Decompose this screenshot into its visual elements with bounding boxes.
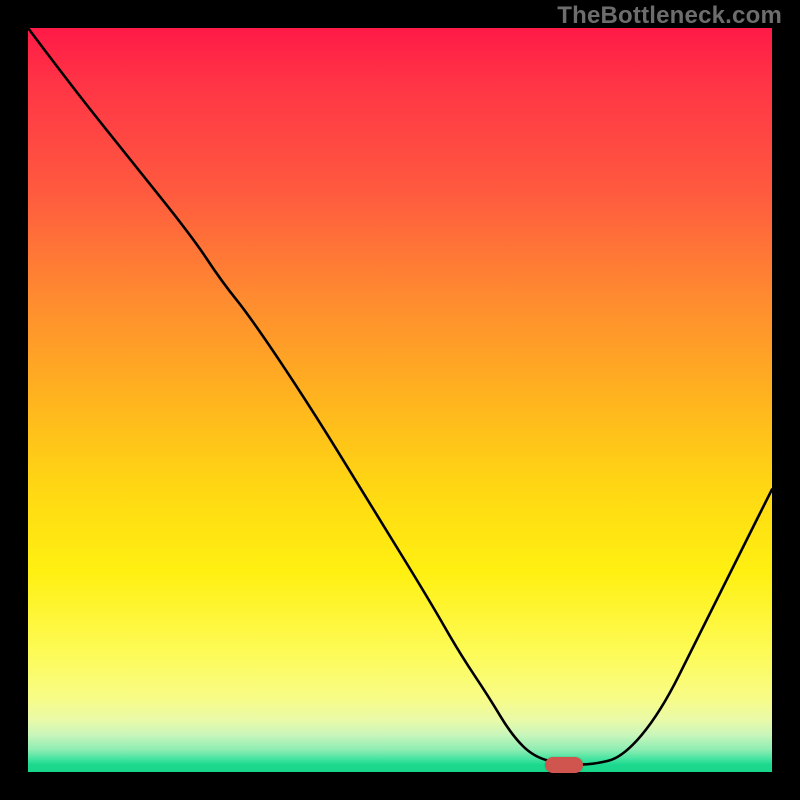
- chart-frame: TheBottleneck.com: [0, 0, 800, 800]
- optimal-marker: [545, 757, 583, 773]
- plot-area: [28, 28, 772, 772]
- bottleneck-curve: [28, 28, 772, 772]
- watermark-text: TheBottleneck.com: [557, 2, 782, 30]
